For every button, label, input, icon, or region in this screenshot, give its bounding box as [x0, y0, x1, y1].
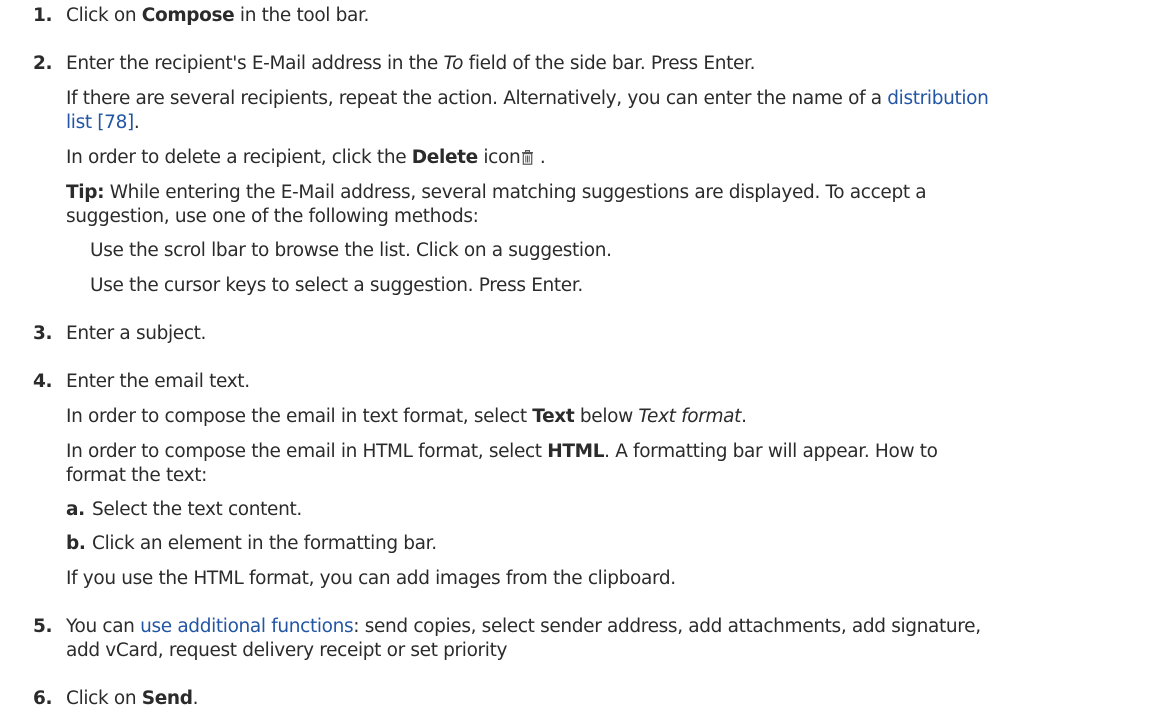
step-1-number: 1.: [33, 5, 53, 26]
step-6-post: .: [192, 688, 199, 709]
tip-label: Tip:: [66, 182, 105, 203]
step-3-number: 3.: [33, 323, 53, 344]
method-1: Use the scrol lbar to browse the list. C…: [90, 240, 612, 261]
delete-label: Delete: [411, 147, 478, 168]
step-4-text: Enter the email text.: [66, 371, 250, 392]
step-5-number: 5.: [33, 616, 53, 637]
several-recipients-line-1: If there are several recipients, repeat …: [66, 87, 989, 111]
step-2-number: 2.: [33, 53, 53, 74]
step-5-pre: You can: [66, 616, 141, 637]
sub-step-b-label: b.: [66, 533, 86, 554]
html-format-post: . A formatting bar will appear. How to: [604, 441, 938, 462]
additional-functions-link[interactable]: use additional functions: [140, 616, 354, 637]
clipboard-note: If you use the HTML format, you can add …: [66, 568, 676, 589]
trash-icon: [521, 148, 534, 165]
several-recipients-text: If there are several recipients, repeat …: [66, 88, 888, 109]
several-recipients-end: .: [133, 112, 140, 133]
step-6-text: Click on Send.: [66, 687, 198, 711]
step-5-line-1: You can use additional functions: send c…: [66, 615, 981, 639]
sub-step-b-text: Click an element in the formatting bar.: [92, 533, 437, 554]
step-2-post: field of the side bar. Press Enter.: [463, 53, 756, 74]
step-1-post: in the tool bar.: [234, 5, 370, 26]
step-3-text: Enter a subject.: [66, 323, 207, 344]
step-6-pre: Click on: [66, 688, 142, 709]
send-label: Send: [141, 688, 193, 709]
tip-line-1: Tip: While entering the E-Mail address, …: [66, 181, 927, 205]
delete-post: icon: [477, 147, 521, 168]
method-2: Use the cursor keys to select a suggesti…: [90, 275, 583, 296]
step-5-line-2: add vCard, request delivery receipt or s…: [66, 640, 508, 661]
sub-step-a-text: Select the text content.: [92, 499, 302, 520]
tip-line-2: suggestion, use one of the following met…: [66, 206, 479, 227]
several-recipients-line-2: list [78].: [66, 111, 140, 135]
html-format-pre: In order to compose the email in HTML fo…: [66, 441, 548, 462]
delete-end: .: [534, 147, 546, 168]
distribution-list-link-cont[interactable]: list [78]: [66, 112, 134, 133]
html-format-line-2: format the text:: [66, 465, 207, 486]
distribution-list-link[interactable]: distribution: [887, 88, 989, 109]
text-format-label: Text format: [638, 406, 742, 427]
delete-pre: In order to delete a recipient, click th…: [66, 147, 412, 168]
text-format-line: In order to compose the email in text fo…: [66, 405, 747, 429]
step-4-number: 4.: [33, 371, 53, 392]
text-format-pre: In order to compose the email in text fo…: [66, 406, 533, 427]
step-2-pre: Enter the recipient's E-Mail address in …: [66, 53, 444, 74]
html-option-label: HTML: [547, 441, 605, 462]
delete-recipient-line: In order to delete a recipient, click th…: [66, 146, 546, 170]
sub-step-a-label: a.: [66, 499, 85, 520]
text-option-label: Text: [532, 406, 575, 427]
step-2-text: Enter the recipient's E-Mail address in …: [66, 52, 755, 76]
step-6-number: 6.: [33, 688, 53, 709]
step-1-pre: Click on: [66, 5, 142, 26]
to-field-label: To: [443, 53, 464, 74]
html-format-line-1: In order to compose the email in HTML fo…: [66, 440, 938, 464]
text-format-mid: below: [574, 406, 639, 427]
tip-text-1: While entering the E-Mail address, sever…: [104, 182, 927, 203]
step-1-text: Click on Compose in the tool bar.: [66, 4, 369, 28]
compose-label: Compose: [141, 5, 235, 26]
step-5-post: : send copies, select sender address, ad…: [353, 616, 981, 637]
text-format-end: .: [741, 406, 747, 427]
